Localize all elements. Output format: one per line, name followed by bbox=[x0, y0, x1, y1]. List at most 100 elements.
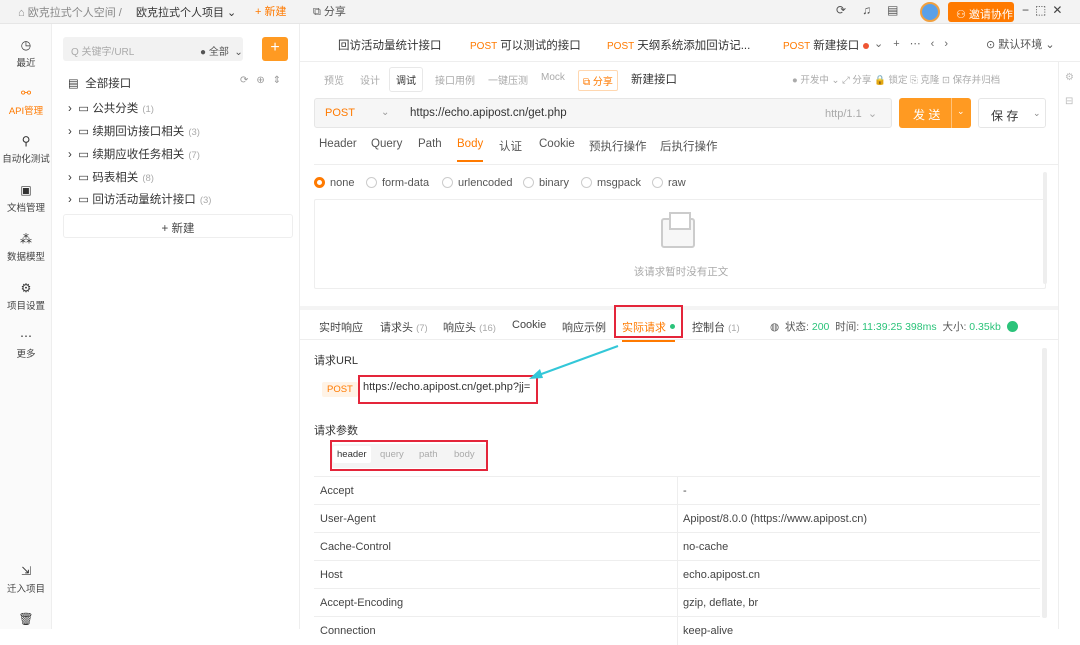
tab-auth[interactable]: 认证 bbox=[499, 138, 522, 154]
chevron-left-icon[interactable]: ‹ bbox=[931, 38, 945, 50]
radio-binary[interactable]: binary bbox=[523, 177, 569, 189]
tab-pre-script[interactable]: 预执行操作 bbox=[589, 138, 647, 154]
highlight-box bbox=[614, 305, 683, 338]
tab-visit-stats[interactable]: 回访活动量统计接口 bbox=[338, 37, 442, 53]
settings-icon[interactable]: ⚙ bbox=[1065, 72, 1074, 83]
tab-cookie[interactable]: Cookie bbox=[539, 138, 575, 150]
refresh-icon[interactable]: ⟳ bbox=[240, 75, 256, 86]
tab-response-cookie[interactable]: Cookie bbox=[512, 319, 546, 331]
nav-project-settings[interactable]: ⚙ 项目设置 bbox=[0, 281, 52, 312]
save-button[interactable]: 保 存 ⌄ bbox=[978, 98, 1046, 128]
tab-query[interactable]: Query bbox=[371, 138, 402, 150]
chevron-down-icon[interactable]: ⌄ bbox=[957, 106, 965, 117]
mode-tab-mock[interactable]: Mock bbox=[541, 72, 565, 83]
tab-response-headers[interactable]: 响应头 (16) bbox=[443, 319, 496, 335]
method-select[interactable]: POST bbox=[325, 107, 355, 119]
tab-tiangang-api[interactable]: POST 天纲系统添加回访记... bbox=[607, 37, 750, 53]
tab-testable-api[interactable]: POST 可以测试的接口 bbox=[470, 37, 581, 53]
avatar[interactable] bbox=[920, 2, 940, 22]
minimize-icon[interactable]: − bbox=[1022, 3, 1035, 17]
plus-icon[interactable]: + bbox=[893, 38, 909, 50]
window-controls: −⬚✕ bbox=[1022, 3, 1068, 17]
radio-urlencoded[interactable]: urlencoded bbox=[442, 177, 512, 189]
chevron-right-icon: › bbox=[68, 103, 72, 115]
nav-api-management[interactable]: ⚯ API管理 bbox=[0, 86, 52, 117]
scope-filter[interactable]: ● 全部 ⌄ bbox=[200, 43, 243, 58]
chevron-down-icon[interactable]: ⌄ bbox=[1033, 108, 1041, 119]
request-name[interactable]: 新建接口 bbox=[631, 71, 677, 87]
invite-button[interactable]: ⚇ 邀请协作 bbox=[948, 2, 1014, 22]
arrow-line bbox=[535, 345, 619, 377]
add-interface-button[interactable]: + bbox=[262, 37, 288, 61]
scrollbar[interactable] bbox=[1042, 348, 1047, 618]
nav-trash[interactable]: 🗑 bbox=[0, 612, 52, 629]
mode-share-label: 分享 bbox=[592, 77, 613, 88]
mode-tab-cases[interactable]: 接口用例 bbox=[435, 72, 475, 87]
all-interfaces[interactable]: ▤ 全部接口 bbox=[68, 75, 131, 91]
mode-tab-stress[interactable]: 一键压测 bbox=[488, 72, 528, 87]
chevron-down-icon[interactable]: ⌄ bbox=[381, 107, 389, 118]
maximize-icon[interactable]: ⬚ bbox=[1035, 3, 1052, 17]
folder-item[interactable]: › ▭ 码表相关 (8) bbox=[68, 169, 154, 185]
notes-icon[interactable]: ▤ bbox=[887, 3, 914, 17]
nav-data-model[interactable]: ⁂ 数据模型 bbox=[0, 232, 52, 263]
nav-recent[interactable]: ◷ 最近 bbox=[0, 38, 52, 69]
environment-selector[interactable]: ⊙ 默认环境 ⌄ bbox=[986, 36, 1055, 52]
request-actions[interactable]: ● 开发中 ⌄ ⤢ 分享 🔒 锁定 ⎘ 克隆 ⊡ 保存并归档 bbox=[792, 72, 1000, 86]
radio-none[interactable]: none bbox=[314, 177, 354, 189]
url-input[interactable]: https://echo.apipost.cn/get.php bbox=[410, 107, 567, 119]
tab-path[interactable]: Path bbox=[418, 138, 442, 150]
chevron-down-icon[interactable]: ⌄ bbox=[874, 38, 893, 50]
body-editor-area[interactable]: 该请求暂时没有正文 bbox=[314, 199, 1046, 289]
new-folder-button[interactable]: + 新建 bbox=[63, 214, 293, 238]
environment-label: ⊙ 默认环境 bbox=[986, 39, 1043, 51]
nav-docs[interactable]: ▣ 文档管理 bbox=[0, 183, 52, 214]
close-icon[interactable]: ✕ bbox=[1052, 3, 1068, 17]
divider bbox=[951, 98, 952, 128]
new-button[interactable]: + 新建 bbox=[255, 3, 286, 19]
trash-icon: 🗑 bbox=[18, 612, 34, 626]
folder-item[interactable]: › ▭ 续期应收任务相关 (7) bbox=[68, 146, 200, 162]
more-icon[interactable]: ⋯ bbox=[910, 38, 931, 50]
annotation-arrow bbox=[529, 345, 619, 379]
project-selector[interactable]: 欧克拉式个人项目 ⌄ bbox=[136, 4, 236, 20]
tab-realtime-response[interactable]: 实时响应 bbox=[319, 319, 363, 335]
chevron-right-icon[interactable]: › bbox=[944, 38, 958, 50]
tab-console[interactable]: 控制台 (1) bbox=[692, 319, 740, 335]
nav-import-project[interactable]: ⇲ 迁入项目 bbox=[0, 564, 52, 595]
folder-count: (3) bbox=[199, 195, 212, 206]
send-button[interactable]: 发 送 ⌄ bbox=[899, 98, 971, 128]
nav-more[interactable]: ⋯ 更多 bbox=[0, 329, 52, 360]
code-icon[interactable]: ⊟ bbox=[1065, 96, 1073, 107]
http-version-select[interactable]: http/1.1 ⌄ bbox=[825, 107, 877, 120]
radio-raw[interactable]: raw bbox=[652, 177, 686, 189]
radio-msgpack[interactable]: msgpack bbox=[581, 177, 641, 189]
tab-new-api[interactable]: POST 新建接口 bbox=[783, 37, 870, 53]
share-button[interactable]: ⧉ 分享 bbox=[313, 3, 346, 19]
project-label: 欧克拉式个人项目 bbox=[136, 7, 224, 19]
tab-count: (16) bbox=[479, 323, 496, 334]
tab-post-script[interactable]: 后执行操作 bbox=[660, 138, 718, 154]
mode-tab-debug[interactable]: 调试 bbox=[390, 68, 422, 91]
tab-request-headers[interactable]: 请求头 (7) bbox=[380, 319, 428, 335]
scrollbar[interactable] bbox=[1043, 172, 1047, 284]
mode-share-button[interactable]: ⧉ 分享 bbox=[578, 70, 618, 91]
folder-item[interactable]: › ▭ 续期回访接口相关 (3) bbox=[68, 123, 200, 139]
download-icon[interactable] bbox=[1006, 321, 1018, 332]
radio-form-data[interactable]: form-data bbox=[366, 177, 429, 189]
bell-icon[interactable]: ♫ bbox=[862, 3, 887, 17]
request-url-label: 请求URL bbox=[314, 355, 359, 367]
workspace-name[interactable]: ⌂ 欧克拉式个人空间 / bbox=[18, 4, 122, 20]
folder-item[interactable]: › ▭ 公共分类 (1) bbox=[68, 100, 154, 116]
locate-icon[interactable]: ⊕ bbox=[256, 75, 272, 86]
mode-tab-design[interactable]: 设计 bbox=[360, 72, 380, 87]
mode-tab-preview[interactable]: 预览 bbox=[324, 72, 344, 87]
tab-response-example[interactable]: 响应示例 bbox=[562, 319, 606, 335]
sort-icon[interactable]: ⇕ bbox=[273, 75, 289, 86]
refresh-icon[interactable]: ⟳ bbox=[836, 3, 862, 17]
folder-item[interactable]: › ▭ 回访活动量统计接口 (3) bbox=[68, 191, 211, 207]
tab-header[interactable]: Header bbox=[319, 138, 357, 150]
breadcrumb-separator: / bbox=[118, 7, 122, 19]
tab-body[interactable]: Body bbox=[457, 138, 484, 162]
nav-automation-test[interactable]: ⚲ 自动化测试 bbox=[0, 134, 52, 165]
